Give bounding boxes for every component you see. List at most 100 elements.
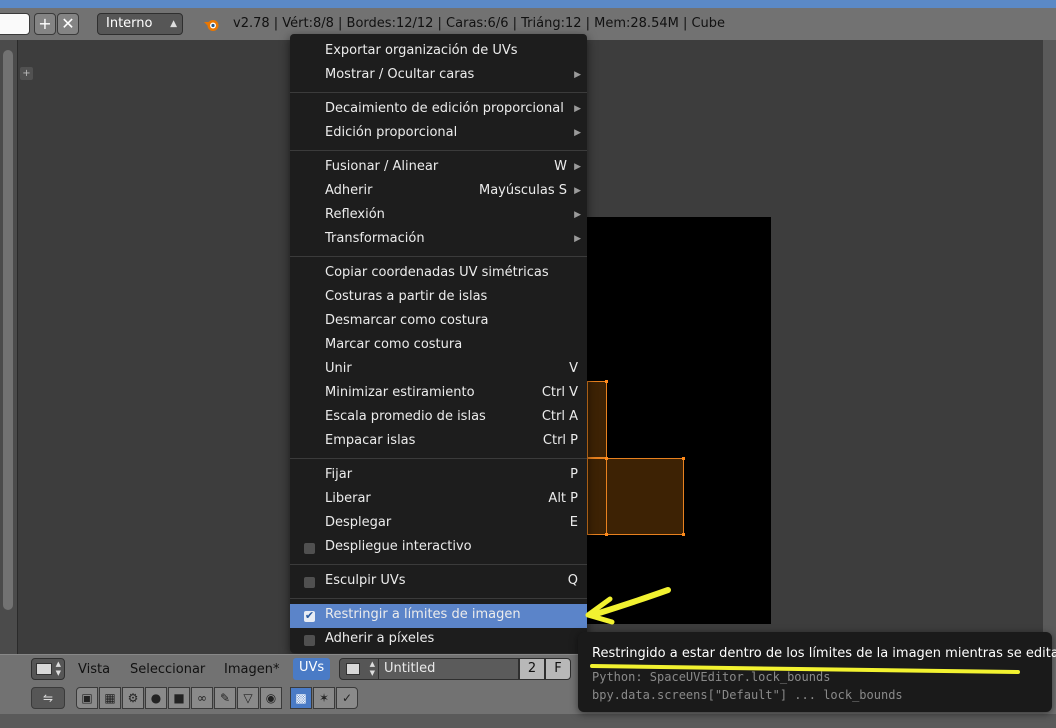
uvs-dropdown-menu: Exportar organización de UVs Mostrar / O…: [290, 34, 587, 653]
uv-vertex[interactable]: [605, 380, 608, 383]
tooltip: Restringido a estar dentro de los límite…: [578, 632, 1056, 712]
checker-icon[interactable]: ▦: [99, 687, 121, 709]
image-users-count[interactable]: 2: [519, 658, 545, 680]
menu-item-live-unwrap[interactable]: Despliegue interactivo: [290, 536, 587, 560]
menu-item-minimize-stretch[interactable]: Minimizar estiramiento Ctrl V: [290, 382, 587, 406]
menu-item-label: Mostrar / Ocultar caras: [325, 67, 475, 82]
menu-item-average-islands-scale[interactable]: Escala promedio de islas Ctrl A: [290, 406, 587, 430]
menu-item-show-hide-faces[interactable]: Mostrar / Ocultar caras ▶: [290, 64, 587, 88]
menu-item-label: Adherir a píxeles: [325, 631, 435, 646]
fake-user-button[interactable]: F: [545, 658, 571, 680]
editor-type-button[interactable]: ▲ ▼: [31, 658, 65, 680]
checkbox-checked-icon[interactable]: ✔: [304, 610, 315, 622]
menu-item-unpin[interactable]: Liberar Alt P: [290, 488, 587, 512]
menu-item-snap[interactable]: Adherir Mayúsculas S ▶: [290, 180, 587, 204]
menu-item-label: Empacar islas: [325, 433, 416, 448]
wrench-icon[interactable]: ✎: [214, 687, 236, 709]
image-canvas[interactable]: [587, 217, 771, 624]
uv-face[interactable]: [606, 458, 684, 535]
menu-item-proportional-editing[interactable]: Edición proporcional ▶: [290, 122, 587, 146]
checkbox[interactable]: [304, 543, 315, 554]
tooltip-title: Restringido a estar dentro de los límite…: [592, 646, 1056, 661]
updown-arrows-icon: ▲▼: [55, 660, 61, 677]
blender-uv-editor-window: + ✕ Interno ▲▼ v2.78 | Vért:8/8 | Bordes…: [0, 0, 1056, 728]
menu-image[interactable]: Imagen*: [224, 662, 279, 677]
menu-item-pack-islands[interactable]: Empacar islas Ctrl P: [290, 430, 587, 454]
shortcut-label: W: [554, 159, 567, 174]
menu-item-transform[interactable]: Transformación ▶: [290, 228, 587, 252]
menu-item-mark-seam[interactable]: Marcar como costura: [290, 334, 587, 358]
scene-field[interactable]: [0, 13, 30, 35]
shortcut-label: Ctrl V: [541, 385, 578, 400]
mesh-icon[interactable]: ▽: [237, 687, 259, 709]
submenu-arrow-icon: ▶: [574, 104, 581, 114]
checkbox[interactable]: [304, 577, 315, 588]
uv-face[interactable]: [587, 458, 607, 535]
vertical-scrollbar[interactable]: [3, 50, 13, 610]
menu-item-label: Fijar: [325, 467, 353, 482]
plus-icon: +: [22, 68, 31, 79]
updown-arrows-icon: ▲▼: [369, 660, 375, 677]
menu-item-weld-align[interactable]: Fusionar / Alinear W ▶: [290, 156, 587, 180]
menu-uvs[interactable]: UVs: [293, 658, 331, 680]
menu-separator: [290, 92, 587, 93]
browse-image-button[interactable]: ▲ ▼: [339, 658, 379, 680]
menu-item-clear-seam[interactable]: Desmarcar como costura: [290, 310, 587, 334]
texture-checker-icon[interactable]: ▩: [290, 687, 312, 709]
object-icon[interactable]: ■: [168, 687, 190, 709]
menu-separator: [290, 598, 587, 599]
physics-icon[interactable]: ✓: [336, 687, 358, 709]
menu-view[interactable]: Vista: [78, 662, 110, 677]
submenu-arrow-icon: ▶: [574, 186, 581, 196]
menu-item-seams-from-islands[interactable]: Costuras a partir de islas: [290, 286, 587, 310]
checkbox[interactable]: [304, 635, 315, 646]
toggle-icon: ⇋: [42, 691, 54, 705]
shortcut-label: V: [569, 361, 578, 376]
menu-item-copy-mirrored-uv[interactable]: Copiar coordenadas UV simétricas: [290, 262, 587, 286]
remove-scene-button[interactable]: ✕: [57, 13, 79, 35]
menu-item-label: Minimizar estiramiento: [325, 385, 475, 400]
image-name-field[interactable]: Untitled: [378, 658, 519, 680]
uv-vertex[interactable]: [605, 457, 608, 460]
menu-item-label: Transformación: [325, 231, 425, 246]
add-scene-button[interactable]: +: [34, 13, 56, 35]
menu-item-label: Marcar como costura: [325, 337, 463, 352]
menu-item-unwrap[interactable]: Desplegar E: [290, 512, 587, 536]
menu-item-sculpt-uvs[interactable]: Esculpir UVs Q: [290, 570, 587, 594]
menu-select[interactable]: Seleccionar: [130, 662, 205, 677]
uv-vertex[interactable]: [682, 457, 685, 460]
submenu-arrow-icon: ▶: [574, 70, 581, 80]
menu-separator: [290, 458, 587, 459]
menu-item-stitch[interactable]: Unir V: [290, 358, 587, 382]
menu-item-label: Despliegue interactivo: [325, 539, 472, 554]
mode-select-button[interactable]: ⇋: [31, 687, 65, 709]
submenu-arrow-icon: ▶: [574, 234, 581, 244]
uv-vertex[interactable]: [682, 533, 685, 536]
menu-item-snap-to-pixels[interactable]: Adherir a píxeles: [290, 628, 587, 652]
nodes-icon[interactable]: ⚙: [122, 687, 144, 709]
submenu-arrow-icon: ▶: [574, 210, 581, 220]
menu-item-export-uv-layout[interactable]: Exportar organización de UVs: [290, 40, 587, 64]
menu-item-constrain-to-image-bounds[interactable]: ✔ Restringir a límites de imagen: [290, 604, 587, 628]
menu-item-proportional-falloff[interactable]: Decaimiento de edición proporcional ▶: [290, 98, 587, 122]
expand-toolshelf-button[interactable]: +: [20, 67, 33, 80]
uv-vertex[interactable]: [605, 533, 608, 536]
shortcut-label: Mayúsculas S: [478, 183, 567, 198]
menu-item-label: Desmarcar como costura: [325, 313, 489, 328]
close-icon: ✕: [61, 14, 75, 33]
scene-statistics: v2.78 | Vért:8/8 | Bordes:12/12 | Caras:…: [233, 16, 726, 31]
render-engine-select[interactable]: Interno ▲▼: [97, 13, 183, 49]
render-engine-label: Interno: [106, 16, 153, 31]
shortcut-label: P: [570, 467, 578, 482]
material-icon[interactable]: ◉: [260, 687, 282, 709]
properties-edge[interactable]: [1043, 40, 1056, 654]
uv-face[interactable]: [587, 381, 607, 458]
menu-item-pin[interactable]: Fijar P: [290, 464, 587, 488]
shortcut-label: Q: [567, 573, 578, 588]
menu-item-mirror[interactable]: Reflexión ▶: [290, 204, 587, 228]
world-icon[interactable]: ●: [145, 687, 167, 709]
link-icon[interactable]: ∞: [191, 687, 213, 709]
render-icon[interactable]: ▣: [76, 687, 98, 709]
particles-icon[interactable]: ✶: [313, 687, 335, 709]
image-icon: [346, 663, 360, 675]
